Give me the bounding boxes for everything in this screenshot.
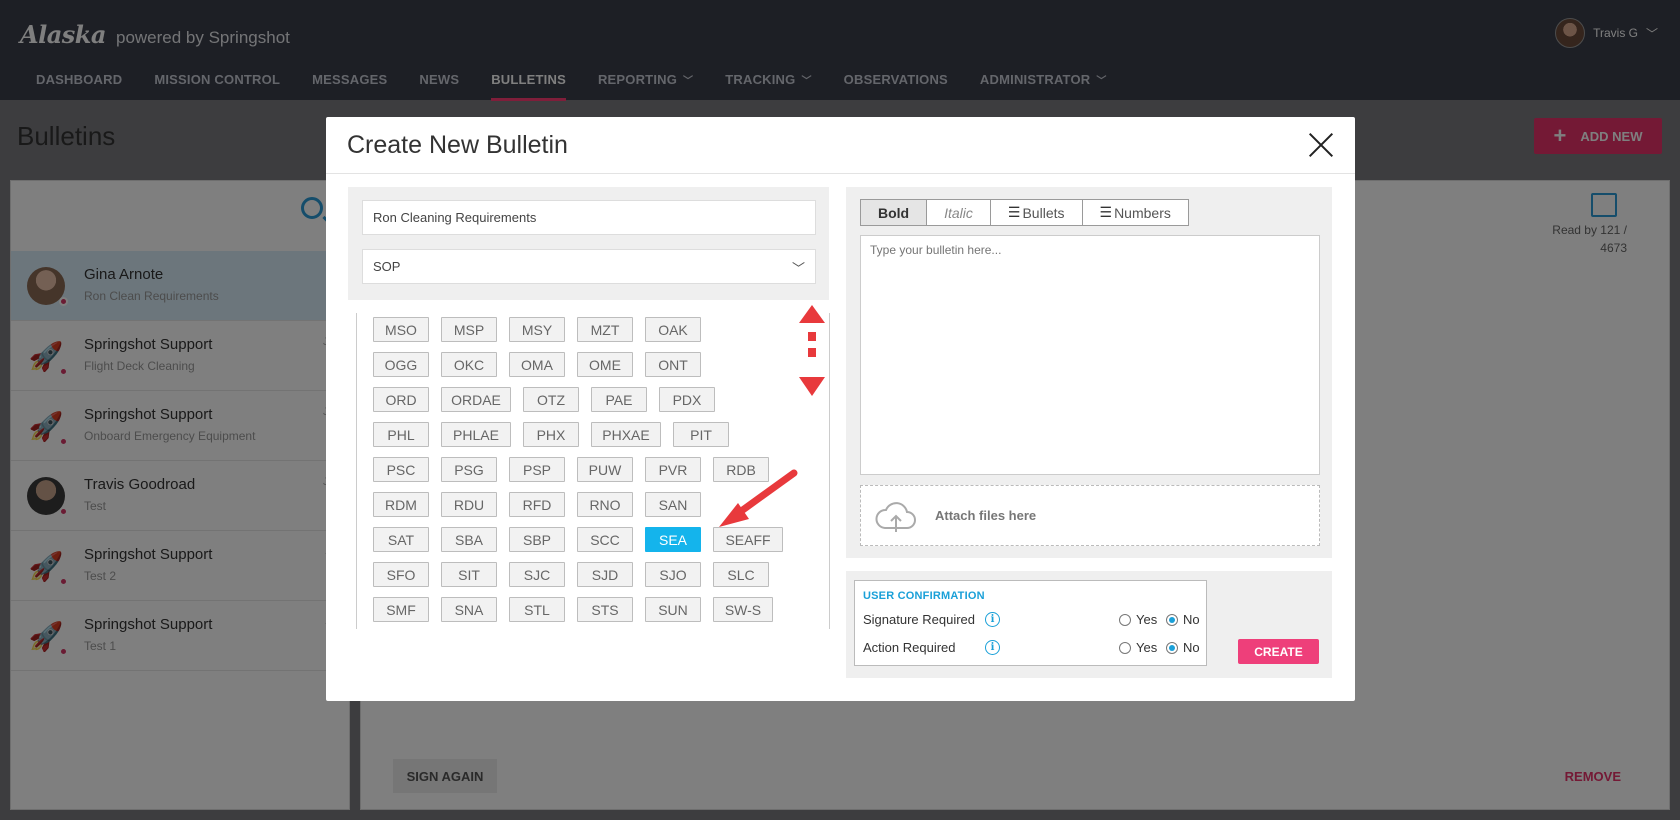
station-button-phl[interactable]: PHL <box>373 422 429 447</box>
station-button-sba[interactable]: SBA <box>441 527 497 552</box>
station-button-rdb[interactable]: RDB <box>713 457 769 482</box>
station-button-sw-s[interactable]: SW-S <box>713 597 773 622</box>
signature-yes-label: Yes <box>1136 612 1158 627</box>
station-button-sjo[interactable]: SJO <box>645 562 701 587</box>
numbers-label: Numbers <box>1114 204 1171 221</box>
station-button-ord[interactable]: ORD <box>373 387 429 412</box>
signature-no-radio[interactable] <box>1166 614 1178 626</box>
station-button-msy[interactable]: MSY <box>509 317 565 342</box>
numbered-list-icon: ☰ <box>1099 204 1113 220</box>
bullet-list-icon: ☰ <box>1007 204 1021 220</box>
create-bulletin-modal: Create New Bulletin SOP ﹀ MSO MSP MSY MZT OA… <box>326 117 1355 701</box>
attach-dropzone[interactable]: Attach files here <box>860 485 1320 546</box>
station-button-phlae[interactable]: PHLAE <box>441 422 511 447</box>
station-button-psg[interactable]: PSG <box>441 457 497 482</box>
station-button-oma[interactable]: OMA <box>509 352 565 377</box>
station-button-otz[interactable]: OTZ <box>523 387 579 412</box>
attach-label: Attach files here <box>935 508 1037 523</box>
station-grid: MSO MSP MSY MZT OAK OGG OKC OMA OME ONT ORD ORDAE OT… <box>373 317 813 629</box>
station-button-sna[interactable]: SNA <box>441 597 497 622</box>
cloud-upload-icon <box>875 502 916 532</box>
close-icon[interactable] <box>1307 131 1335 159</box>
station-button-pae[interactable]: PAE <box>591 387 647 412</box>
station-button-san[interactable]: SAN <box>645 492 701 517</box>
station-button-ogg[interactable]: OGG <box>373 352 429 377</box>
station-button-psc[interactable]: PSC <box>373 457 429 482</box>
signature-required-row: Signature Required i Yes No <box>863 611 1203 629</box>
action-yes-radio[interactable] <box>1119 642 1131 654</box>
action-no-radio[interactable] <box>1166 642 1178 654</box>
signature-required-label: Signature Required <box>863 612 976 627</box>
format-toolbar: Bold Italic ☰ Bullets ☰ Numbers <box>860 199 1189 226</box>
italic-button[interactable]: Italic <box>927 200 991 225</box>
station-row: MSO MSP MSY MZT OAK <box>373 317 813 342</box>
station-button-rdu[interactable]: RDU <box>441 492 497 517</box>
station-button-mzt[interactable]: MZT <box>577 317 633 342</box>
bulletin-title-input[interactable] <box>362 200 816 235</box>
user-confirmation-title: USER CONFIRMATION <box>863 590 985 602</box>
station-row: OGG OKC OMA OME ONT <box>373 352 813 377</box>
station-button-stl[interactable]: STL <box>509 597 565 622</box>
station-button-rfd[interactable]: RFD <box>509 492 565 517</box>
bullets-label: Bullets <box>1022 204 1065 221</box>
station-button-sjc[interactable]: SJC <box>509 562 565 587</box>
signature-no-label: No <box>1183 612 1200 627</box>
station-button-sbp[interactable]: SBP <box>509 527 565 552</box>
station-button-rdm[interactable]: RDM <box>373 492 429 517</box>
station-button-pit[interactable]: PIT <box>673 422 729 447</box>
station-button-sit[interactable]: SIT <box>441 562 497 587</box>
station-row: PHL PHLAE PHX PHXAE PIT <box>373 422 813 447</box>
station-row: ORD ORDAE OTZ PAE PDX <box>373 387 813 412</box>
station-row: SMF SNA STL STS SUN SW-S <box>373 597 813 622</box>
action-required-label: Action Required <box>863 640 956 655</box>
info-icon[interactable]: i <box>985 612 1000 627</box>
station-button-ordae[interactable]: ORDAE <box>441 387 511 412</box>
category-select[interactable]: SOP ﹀ <box>362 249 816 284</box>
station-button-ome[interactable]: OME <box>577 352 633 377</box>
user-confirmation-box: USER CONFIRMATION Signature Required i Y… <box>854 580 1207 666</box>
chevron-down-icon: ﹀ <box>791 261 805 276</box>
action-required-row: Action Required i Yes No <box>863 639 1203 657</box>
station-row: RDM RDU RFD RNO SAN <box>373 492 813 517</box>
station-button-sea[interactable]: SEA <box>645 527 701 552</box>
station-button-sts[interactable]: STS <box>577 597 633 622</box>
station-button-ont[interactable]: ONT <box>645 352 701 377</box>
station-list[interactable]: MSO MSP MSY MZT OAK OGG OKC OMA OME ONT ORD ORDAE OT… <box>356 313 830 629</box>
station-button-mso[interactable]: MSO <box>373 317 429 342</box>
station-button-pvr[interactable]: PVR <box>645 457 701 482</box>
bullets-button[interactable]: ☰ Bullets <box>990 200 1083 225</box>
category-value: SOP <box>373 259 401 274</box>
create-button[interactable]: CREATE <box>1238 639 1319 664</box>
action-no-label: No <box>1183 640 1200 655</box>
bold-button[interactable]: Bold <box>861 200 928 225</box>
station-button-sun[interactable]: SUN <box>645 597 701 622</box>
station-button-msp[interactable]: MSP <box>441 317 497 342</box>
signature-yes-radio[interactable] <box>1119 614 1131 626</box>
station-button-scc[interactable]: SCC <box>577 527 633 552</box>
numbers-button[interactable]: ☰ Numbers <box>1082 200 1188 225</box>
station-button-psp[interactable]: PSP <box>509 457 565 482</box>
info-icon[interactable]: i <box>985 640 1000 655</box>
station-button-sfo[interactable]: SFO <box>373 562 429 587</box>
station-button-smf[interactable]: SMF <box>373 597 429 622</box>
station-button-sjd[interactable]: SJD <box>577 562 633 587</box>
station-button-phx[interactable]: PHX <box>523 422 579 447</box>
station-row: PSC PSG PSP PUW PVR RDB <box>373 457 813 482</box>
station-button-oak[interactable]: OAK <box>645 317 701 342</box>
station-button-sat[interactable]: SAT <box>373 527 429 552</box>
station-button-pdx[interactable]: PDX <box>659 387 715 412</box>
bulletin-body-input[interactable] <box>860 235 1320 475</box>
station-button-phxae[interactable]: PHXAE <box>591 422 661 447</box>
station-button-rno[interactable]: RNO <box>577 492 633 517</box>
station-button-seaff[interactable]: SEAFF <box>713 527 783 552</box>
action-yes-label: Yes <box>1136 640 1158 655</box>
station-button-puw[interactable]: PUW <box>577 457 633 482</box>
station-row: SFO SIT SJC SJD SJO SLC <box>373 562 813 587</box>
station-button-okc[interactable]: OKC <box>441 352 497 377</box>
station-row: SAT SBA SBP SCC SEA SEAFF <box>373 527 813 552</box>
modal-title: Create New Bulletin <box>347 131 568 159</box>
station-button-slc[interactable]: SLC <box>713 562 769 587</box>
modal-header: Create New Bulletin <box>326 117 1355 174</box>
